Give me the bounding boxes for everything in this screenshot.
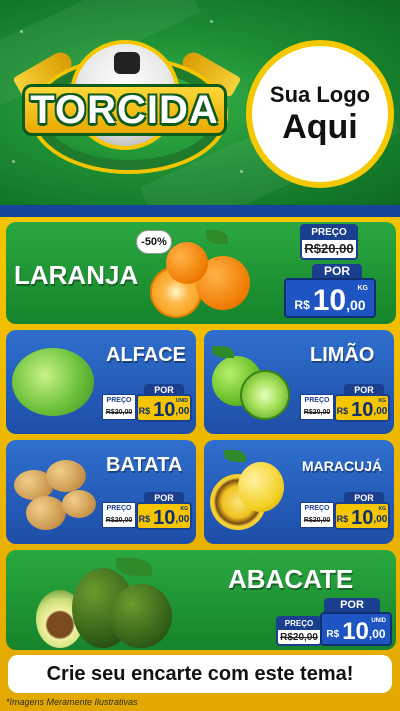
price-currency: R$ [138,406,151,416]
product-card-maracuja[interactable]: MARACUJÁ POR PREÇO R$20,00 R$ 10 ,00 KG [204,440,394,544]
price-unit: UNID [371,618,386,624]
decor-dot [240,170,243,173]
price-unit: KG [378,506,387,512]
passion-fruit-icon [238,462,284,512]
product-name: ALFACE [106,344,186,366]
old-price-value: R$20,00 [105,409,133,416]
old-price-value: R$20,00 [105,517,133,524]
logo-placeholder: Sua Logo Aqui [246,40,394,188]
product-card-laranja[interactable]: LARANJA PREÇO R$20,00 POR R$ 10 ,00 KG [6,222,396,324]
discount-badge: -50% [136,230,172,254]
price-decimal: ,00 [346,297,366,313]
price-decimal: ,00 [373,406,388,417]
old-price-label: PREÇO [106,505,132,512]
old-price-label: PREÇO [304,397,330,404]
leaf-icon [224,450,246,462]
disclaimer-text: *Imagens Meramente Ilustrativas [6,697,138,707]
lettuce-icon [12,348,94,416]
old-price-label: PREÇO [302,226,356,240]
leaf-icon [116,558,152,576]
potato-icon [46,460,86,492]
old-price-value: R$20,00 [303,517,331,524]
price-integer: 10 [153,507,176,529]
price-currency: R$ [294,298,310,312]
price-box: R$ 10 ,00 KG [334,502,390,530]
orange-fruit-icon [166,242,208,284]
logo-line1: Sua Logo [269,82,371,107]
price-unit: KG [378,398,387,404]
product-card-batata[interactable]: BATATA POR PREÇO R$20,00 R$ 10 ,00 KG [6,440,196,544]
price-box: R$ 10 ,00 KG [334,394,390,422]
old-price-label: PREÇO [304,505,330,512]
product-card-alface[interactable]: ALFACE POR PREÇO R$20,00 R$ 10 ,00 UNID [6,330,196,434]
price-decimal: ,00 [368,627,386,641]
price-box: R$ 10 ,00 KG [284,278,376,318]
price-box: R$ 10 ,00 KG [136,502,192,530]
price-currency: R$ [336,406,349,416]
price-currency: R$ [336,514,349,524]
old-price-box: PREÇO R$20,00 [102,394,136,420]
price-integer: 10 [342,618,369,645]
old-price-box: PREÇO R$20,00 [276,616,322,646]
old-price-label: PREÇO [106,397,132,404]
logo-line2: Aqui [282,108,358,146]
leaf-icon [206,230,228,244]
price-unit: KG [357,285,369,292]
decor-dot [12,160,15,163]
price-integer: 10 [351,399,374,421]
price-decimal: ,00 [373,514,388,525]
header-banner: TORCIDA Sua Logo Aqui [0,0,400,205]
old-price-label: PREÇO [278,618,320,630]
price-decimal: ,00 [175,514,190,525]
old-price-value: R$20,00 [280,632,318,643]
price-unit: KG [180,506,189,512]
price-box: R$ 10 ,00 UNID [136,394,192,422]
cta-banner[interactable]: Crie seu encarte com este tema! [8,655,392,693]
decor-dot [20,30,23,33]
price-integer: 10 [351,507,374,529]
old-price-value: R$20,00 [304,241,354,256]
price-integer: 10 [312,284,347,317]
old-price-box: PREÇO R$20,00 [300,502,334,528]
product-card-limao[interactable]: LIMÃO POR PREÇO R$20,00 R$ 10 ,00 KG [204,330,394,434]
product-name: BATATA [106,454,183,476]
price-currency: R$ [138,514,151,524]
old-price-box: PREÇO R$20,00 [300,224,358,260]
decor-dot [210,20,213,23]
potato-icon [62,490,96,518]
old-price-value: R$20,00 [303,409,331,416]
price-integer: 10 [153,399,176,421]
product-card-abacate[interactable]: ABACATE POR PREÇO R$20,00 R$ 10 ,00 UNID [6,550,396,650]
potato-icon [26,496,66,530]
product-name: LIMÃO [310,344,375,366]
torcida-title: TORCIDA [22,84,227,136]
product-name: MARACUJÁ [302,458,383,474]
old-price-box: PREÇO R$20,00 [300,394,334,420]
lime-slice-icon [240,370,290,420]
product-name: LARANJA [14,260,139,290]
por-label: POR [312,264,362,279]
product-name: ABACATE [228,564,354,594]
por-label: POR [324,598,380,612]
old-price-box: PREÇO R$20,00 [102,502,136,528]
price-unit: UNID [175,398,188,404]
price-currency: R$ [326,629,340,640]
price-box: R$ 10 ,00 UNID [320,612,392,646]
avocado-icon [110,584,172,648]
leaf-icon [212,346,234,358]
price-decimal: ,00 [175,406,190,417]
